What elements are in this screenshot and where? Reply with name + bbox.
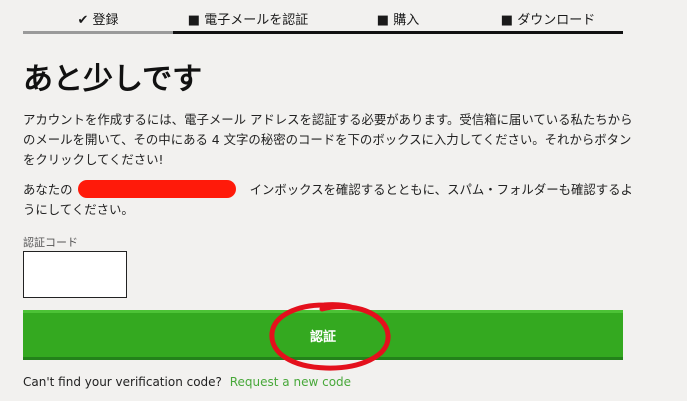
- verification-code-input[interactable]: [23, 251, 127, 298]
- request-new-code-link[interactable]: Request a new code: [230, 375, 351, 389]
- inbox-notice-prefix: あなたの: [23, 182, 73, 197]
- progress-bar-completed: [23, 31, 173, 34]
- progress-bar: [23, 31, 623, 34]
- verify-button[interactable]: 認証: [23, 310, 623, 360]
- footer-question: Can't find your verification code?: [23, 375, 222, 389]
- instructions-text: アカウントを作成するには、電子メール アドレスを認証する必要があります。受信箱に…: [23, 112, 633, 167]
- page-title: あと少しです: [23, 62, 203, 97]
- code-field-label: 認証コード: [23, 236, 78, 249]
- email-redaction-mark: [78, 180, 236, 198]
- footer: Can't find your verification code? Reque…: [23, 374, 351, 390]
